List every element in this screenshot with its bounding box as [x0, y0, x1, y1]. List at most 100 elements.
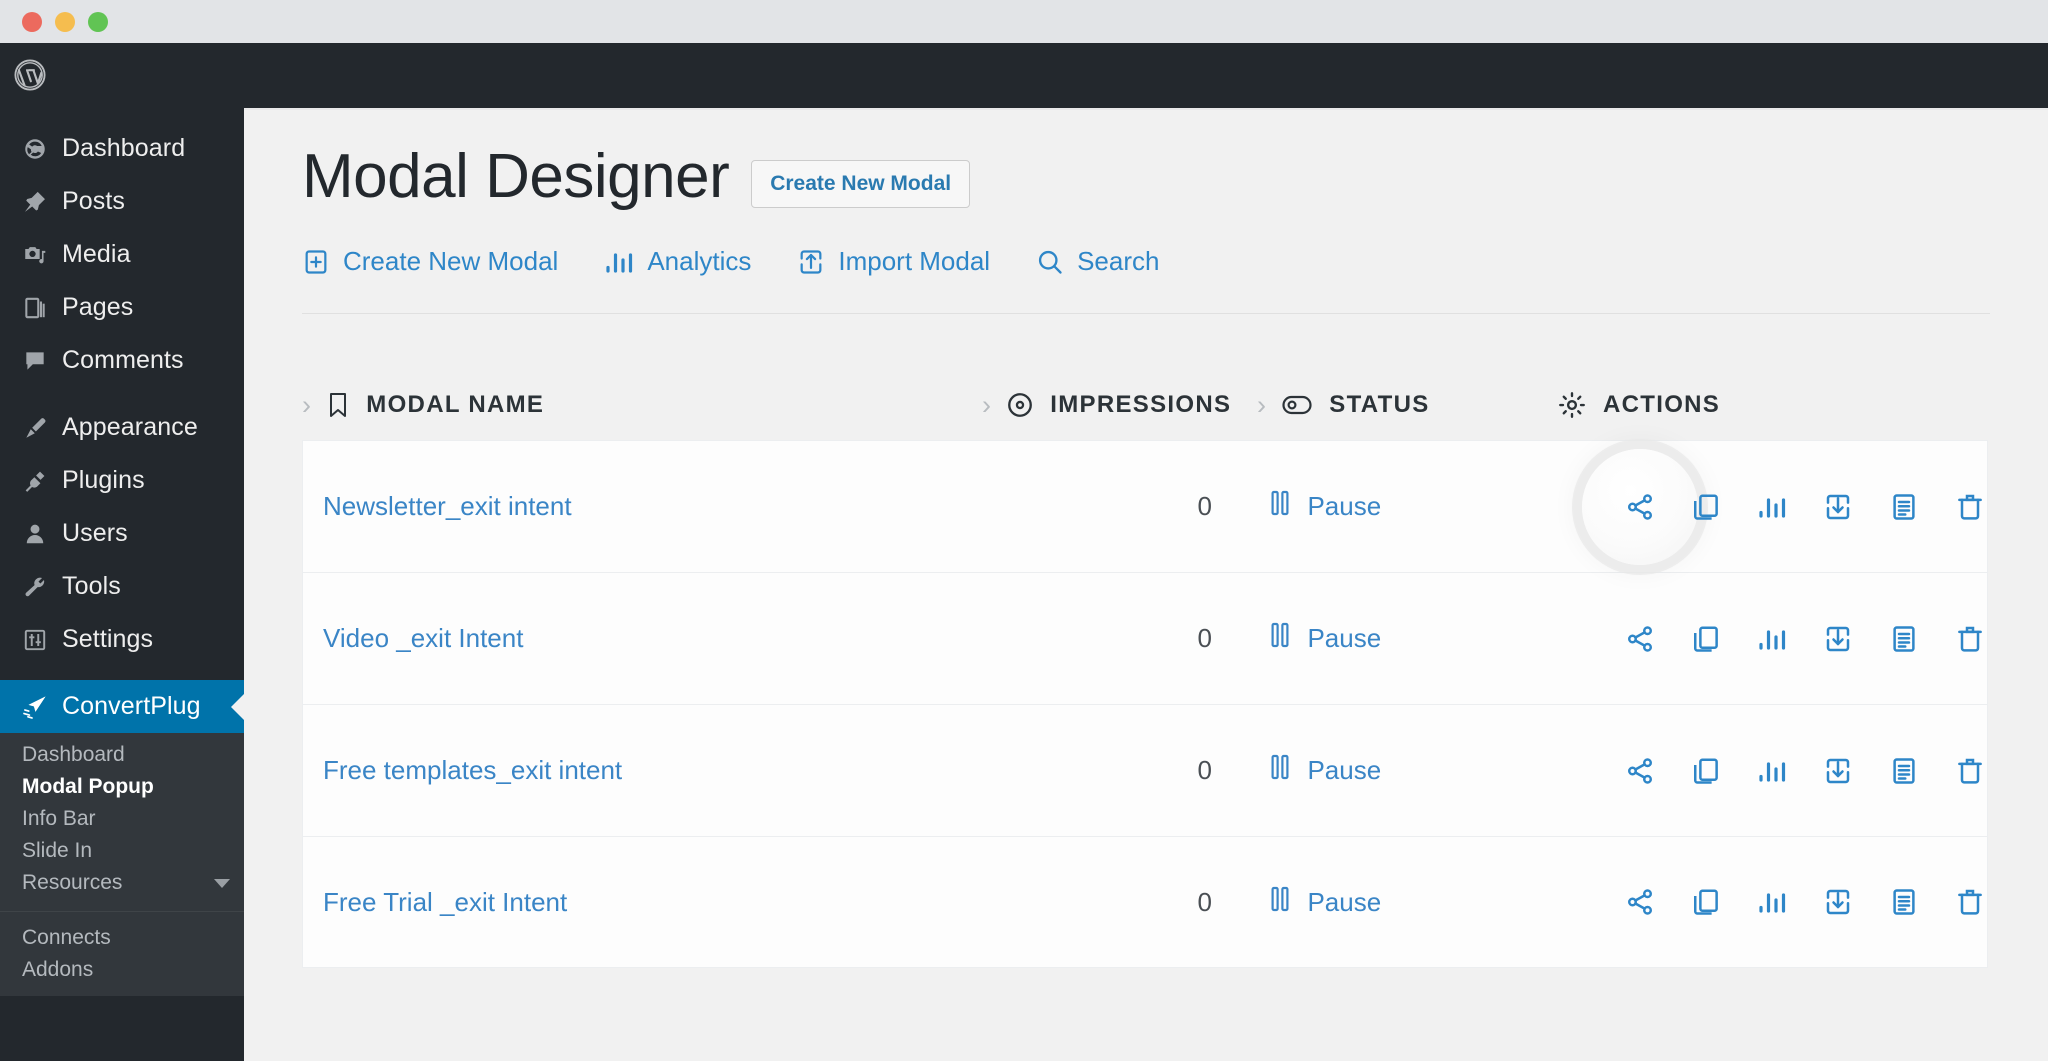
stats-icon[interactable] [1757, 889, 1787, 915]
cell-status[interactable]: Pause [1257, 886, 1557, 919]
cell-modal-name: Video _exit Intent [303, 623, 983, 654]
modal-name-link[interactable]: Free templates_exit intent [323, 755, 622, 786]
status-pause[interactable]: Pause [1271, 490, 1381, 523]
pause-icon [1271, 622, 1289, 655]
quick-action-search[interactable]: Search [1036, 246, 1159, 277]
table-row[interactable]: Video _exit Intent 0 Pause [302, 572, 1988, 704]
stats-icon[interactable] [1757, 626, 1787, 652]
column-header-impressions[interactable]: › IMPRESSIONS [982, 390, 1257, 421]
modal-name-link[interactable]: Newsletter_exit intent [323, 491, 572, 522]
column-header-label: IMPRESSIONS [1050, 391, 1232, 418]
modal-list-table: › MODAL NAME › IMPRESSIONS › STATUS ACTI… [302, 370, 1988, 968]
window-titlebar [0, 0, 2048, 43]
quick-action-import-modal[interactable]: Import Modal [797, 246, 990, 277]
document-icon[interactable] [1889, 492, 1919, 522]
duplicate-icon[interactable] [1691, 887, 1721, 917]
submenu-item-resources[interactable]: Resources [0, 867, 244, 899]
header-divider [302, 313, 1990, 314]
quick-action-create-new-modal[interactable]: Create New Modal [302, 246, 558, 277]
status-pause[interactable]: Pause [1271, 754, 1381, 787]
modal-name-link[interactable]: Video _exit Intent [323, 623, 523, 654]
wordpress-logo-icon[interactable] [8, 53, 52, 97]
create-new-modal-button[interactable]: Create New Modal [751, 160, 971, 208]
share-icon[interactable] [1625, 492, 1655, 522]
page-title: Modal Designer [302, 142, 730, 211]
cell-status[interactable]: Pause [1257, 622, 1557, 655]
column-header-modal-name[interactable]: › MODAL NAME [302, 390, 982, 421]
sidebar-item-media[interactable]: Media [0, 228, 244, 281]
sidebar-divider-2 [0, 666, 244, 680]
chevron-right-icon[interactable]: › [982, 390, 992, 421]
chevron-right-icon[interactable]: › [1257, 390, 1267, 421]
sidebar-item-plugins[interactable]: Plugins [0, 454, 244, 507]
bookmark-icon [326, 391, 350, 419]
sidebar-item-pages[interactable]: Pages [0, 281, 244, 334]
sidebar-item-posts[interactable]: Posts [0, 175, 244, 228]
sidebar-item-users[interactable]: Users [0, 507, 244, 560]
submenu-item-info-bar[interactable]: Info Bar [0, 803, 244, 835]
submenu-item-addons[interactable]: Addons [0, 954, 244, 986]
duplicate-icon[interactable] [1691, 492, 1721, 522]
quick-action-label: Create New Modal [343, 246, 559, 276]
sidebar-item-comments[interactable]: Comments [0, 334, 244, 387]
submenu-item-modal-popup[interactable]: Modal Popup [0, 771, 244, 803]
duplicate-icon[interactable] [1691, 624, 1721, 654]
document-icon[interactable] [1889, 756, 1919, 786]
maximize-window-button[interactable] [88, 12, 108, 32]
table-row[interactable]: Free templates_exit intent 0 Pause [302, 704, 1988, 836]
cell-status[interactable]: Pause [1257, 754, 1557, 787]
cell-modal-name: Free Trial _exit Intent [303, 887, 983, 918]
share-icon[interactable] [1625, 756, 1655, 786]
duplicate-icon[interactable] [1691, 756, 1721, 786]
sidebar-item-tools[interactable]: Tools [0, 560, 244, 613]
share-icon[interactable] [1625, 887, 1655, 917]
submenu-item-connects[interactable]: Connects [0, 922, 244, 954]
sidebar-item-dashboard[interactable]: Dashboard [0, 122, 244, 175]
sidebar-item-label: Pages [62, 293, 134, 321]
sidebar-item-label: Users [62, 519, 128, 547]
plus-box-icon [302, 248, 330, 276]
export-icon[interactable] [1823, 756, 1853, 786]
dashboard-icon [12, 136, 58, 162]
document-icon[interactable] [1889, 887, 1919, 917]
trash-icon[interactable] [1955, 624, 1985, 654]
stats-icon[interactable] [1757, 758, 1787, 784]
minimize-window-button[interactable] [55, 12, 75, 32]
chevron-right-icon[interactable]: › [302, 390, 312, 421]
trash-icon[interactable] [1955, 756, 1985, 786]
table-row[interactable]: Newsletter_exit intent 0 Pause [302, 440, 1988, 572]
export-icon[interactable] [1823, 624, 1853, 654]
table-row[interactable]: Free Trial _exit Intent 0 Pause [302, 836, 1988, 968]
column-header-status[interactable]: › STATUS [1257, 390, 1557, 421]
sidebar-item-appearance[interactable]: Appearance [0, 401, 244, 454]
document-icon[interactable] [1889, 624, 1919, 654]
sidebar-top-spacer [0, 108, 244, 122]
trash-icon[interactable] [1955, 887, 1985, 917]
trash-icon[interactable] [1955, 492, 1985, 522]
cell-modal-name: Free templates_exit intent [303, 755, 983, 786]
sidebar-item-label: Appearance [62, 413, 198, 441]
cell-status[interactable]: Pause [1257, 490, 1557, 523]
stats-icon[interactable] [1757, 494, 1787, 520]
cell-impressions: 0 [1197, 623, 1212, 653]
sidebar-item-settings[interactable]: Settings [0, 613, 244, 666]
status-label: Pause [1307, 491, 1382, 521]
export-icon[interactable] [1823, 887, 1853, 917]
status-pause[interactable]: Pause [1271, 886, 1381, 919]
close-window-button[interactable] [22, 12, 42, 32]
search-icon [1036, 248, 1064, 276]
target-icon [1006, 391, 1034, 419]
chevron-down-icon[interactable] [214, 878, 230, 888]
page-icon [12, 295, 58, 321]
share-icon[interactable] [1625, 624, 1655, 654]
page-header: Modal Designer Create New Modal [302, 146, 1990, 208]
submenu-item-dashboard[interactable]: Dashboard [0, 739, 244, 771]
export-icon[interactable] [1823, 492, 1853, 522]
quick-action-analytics[interactable]: Analytics [604, 246, 751, 277]
submenu-item-slide-in[interactable]: Slide In [0, 835, 244, 867]
status-pause[interactable]: Pause [1271, 622, 1381, 655]
modal-name-link[interactable]: Free Trial _exit Intent [323, 887, 567, 918]
pause-icon [1271, 490, 1289, 523]
quick-action-label: Search [1077, 246, 1160, 276]
sidebar-item-convertplug[interactable]: ConvertPlug [0, 680, 244, 733]
